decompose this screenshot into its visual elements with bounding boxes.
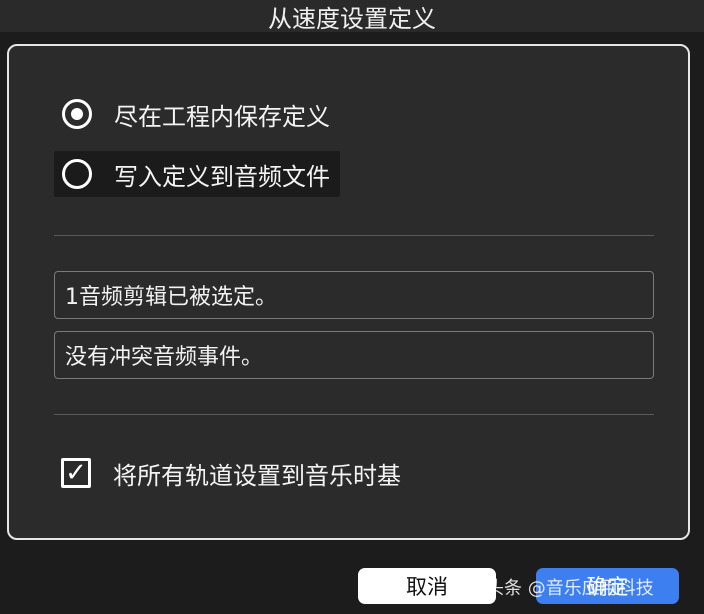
checkbox-musical-timebase[interactable]: ✓ 将所有轨道设置到音乐时基 [61,454,401,492]
radio-write-to-file[interactable]: 写入定义到音频文件 [54,151,340,197]
watermark-text: 头条 @音乐应用科技 [486,578,654,599]
divider [54,414,654,415]
divider [54,235,654,236]
window-title-bar: 从速度设置定义 [0,0,704,33]
settings-panel: 尽在工程内保存定义 写入定义到音频文件 1音频剪辑已被选定。 没有冲突音频事件。… [7,44,690,540]
radio-unselected-icon[interactable] [62,159,92,189]
info-text-selected: 1音频剪辑已被选定。 [65,285,277,310]
window-title: 从速度设置定义 [268,4,436,33]
radio-keep-label: 尽在工程内保存定义 [114,102,330,131]
info-field-conflicts: 没有冲突音频事件。 [54,331,654,379]
info-text-conflicts: 没有冲突音频事件。 [65,345,264,370]
checkbox-checked-icon[interactable]: ✓ [61,458,91,488]
cancel-button[interactable]: 取消 [358,568,496,604]
checkbox-label: 将所有轨道设置到音乐时基 [113,461,401,490]
info-field-selected: 1音频剪辑已被选定。 [54,271,654,319]
radio-keep-in-project[interactable]: 尽在工程内保存定义 [54,91,340,137]
radio-write-label: 写入定义到音频文件 [114,162,330,191]
radio-selected-icon[interactable] [62,99,92,129]
